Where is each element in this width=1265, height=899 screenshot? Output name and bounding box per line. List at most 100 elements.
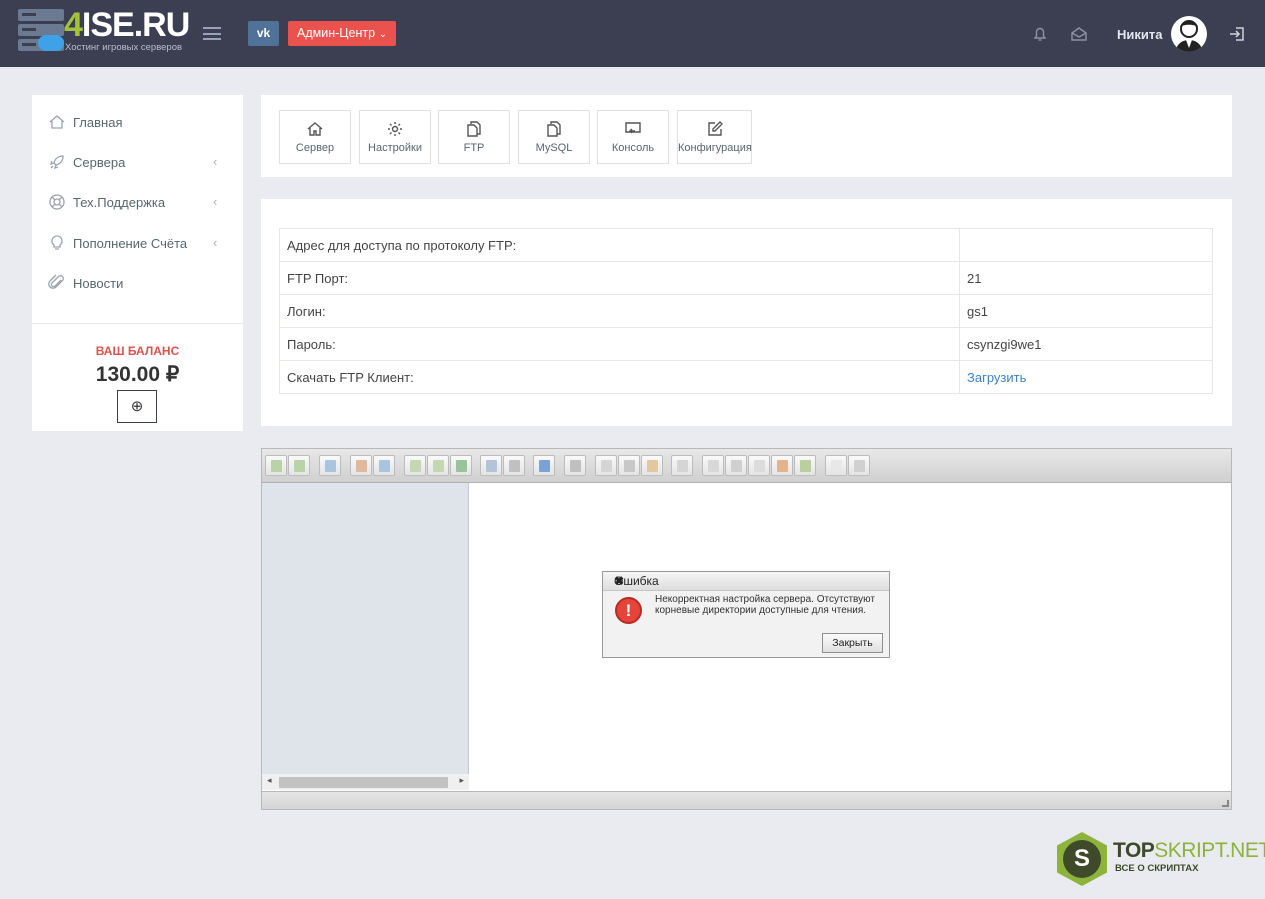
sidebar-item-news[interactable]: Новости <box>32 269 243 299</box>
save-button[interactable] <box>503 455 525 476</box>
tab-configuration[interactable]: Конфигурация <box>677 110 752 164</box>
tab-label: FTP <box>463 142 485 154</box>
sidebar-item-support[interactable]: Тех.Поддержка ‹ <box>32 188 243 218</box>
select-button[interactable] <box>725 455 747 476</box>
icons-view-icon <box>831 460 842 472</box>
sidebar-item-label: Пополнение Счёта <box>73 236 188 251</box>
view-button[interactable] <box>564 455 586 476</box>
error-dialog: Ошибка ✖ ! Некорректная настройка сервер… <box>602 571 890 658</box>
user-name[interactable]: Никита <box>1117 27 1162 42</box>
table-row: Адрес для доступа по протоколу FTP: <box>279 228 1213 262</box>
admin-center-button[interactable]: Админ-Центр ⌄ <box>288 21 396 46</box>
ftp-address-label: Адрес для доступа по протоколу FTP: <box>279 228 960 262</box>
list-view-button[interactable] <box>848 455 870 476</box>
logo-text: 4ISE.RU <box>64 6 190 44</box>
scroll-left-icon[interactable]: ◂ <box>267 775 272 786</box>
duplicate-button[interactable] <box>702 455 724 476</box>
tab-label: MySQL <box>535 142 573 154</box>
watermark-brand-name: SKRIPT.NET <box>1154 839 1265 862</box>
logo[interactable]: 4ISE.RU Хостинг игровых серверов <box>18 6 193 57</box>
tab-mysql[interactable]: MySQL <box>518 110 590 164</box>
info-icon <box>539 460 550 472</box>
files-icon <box>467 121 481 137</box>
rename-icon <box>754 460 765 472</box>
reload-button[interactable] <box>319 455 341 476</box>
close-icon[interactable]: ✖ <box>614 574 884 588</box>
paste-button[interactable] <box>641 455 663 476</box>
avatar-icon <box>1175 20 1203 52</box>
files-icon <box>547 121 561 137</box>
up-folder-button[interactable] <box>373 455 395 476</box>
cloud-logo-icon <box>38 35 64 51</box>
ftp-port-value: 21 <box>959 261 1213 295</box>
horizontal-scrollbar[interactable]: ◂ ▸ <box>262 774 469 790</box>
scrollbar-thumb[interactable] <box>279 777 448 788</box>
user-avatar[interactable] <box>1171 16 1207 52</box>
watermark-brand: TOPSKRIPT.NET <box>1113 839 1265 863</box>
delete-button[interactable] <box>671 455 693 476</box>
ftp-password-value: csynzgi9we1 <box>959 327 1213 361</box>
upload-button[interactable] <box>450 455 472 476</box>
tab-label: Сервер <box>295 142 335 154</box>
table-row: Пароль: csynzgi9we1 <box>279 327 1213 361</box>
back-button[interactable] <box>265 455 287 476</box>
sidebar-item-servers[interactable]: Сервера ‹ <box>32 148 243 178</box>
lifebuoy-icon <box>49 194 65 210</box>
lightbulb-icon <box>51 235 63 250</box>
chevron-left-icon: ‹ <box>213 235 218 250</box>
vk-button[interactable]: vk <box>248 21 279 46</box>
top-bar: 4ISE.RU Хостинг игровых серверов vk Адми… <box>0 0 1265 67</box>
file-icon <box>433 460 444 472</box>
tab-server[interactable]: Сервер <box>279 110 351 164</box>
arrow-up-icon <box>379 460 390 472</box>
logo-subtitle: Хостинг игровых серверов <box>65 42 183 53</box>
sidebar-item-label: Новости <box>73 276 124 291</box>
info-button[interactable] <box>533 455 555 476</box>
sidebar-item-topup[interactable]: Пополнение Счёта ‹ <box>32 229 243 259</box>
sidebar-item-home[interactable]: Главная <box>32 108 243 138</box>
paperclip-icon <box>48 274 64 289</box>
menu-toggle-icon[interactable] <box>203 27 221 40</box>
open-icon <box>486 460 497 472</box>
copy-icon <box>601 460 612 472</box>
sidebar-item-label: Тех.Поддержка <box>73 195 166 210</box>
download-ftp-client-link[interactable]: Загрузить <box>967 370 1026 385</box>
arrow-right-icon <box>294 460 305 472</box>
server-tabs-panel: Сервер Настройки FTP MySQL Консоль Конфи… <box>261 95 1232 177</box>
archive-button[interactable] <box>771 455 793 476</box>
tab-label: Консоль <box>611 142 655 154</box>
resize-grip-icon[interactable] <box>1222 800 1229 807</box>
chevron-left-icon: ‹ <box>213 154 218 169</box>
open-button[interactable] <box>480 455 502 476</box>
home-folder-button[interactable] <box>350 455 372 476</box>
tab-settings[interactable]: Настройки <box>359 110 431 164</box>
forward-button[interactable] <box>288 455 310 476</box>
ftp-login-value: gs1 <box>959 294 1213 328</box>
dialog-close-button[interactable]: Закрыть <box>822 633 883 653</box>
add-funds-button[interactable]: ⊕ <box>117 390 157 423</box>
tab-console[interactable]: Консоль <box>597 110 669 164</box>
sidebar: Главная Сервера ‹ Тех.Поддержка ‹ Пополн… <box>32 95 243 431</box>
tab-ftp[interactable]: FTP <box>438 110 510 164</box>
eye-icon <box>570 460 581 472</box>
new-folder-button[interactable] <box>404 455 426 476</box>
new-file-button[interactable] <box>427 455 449 476</box>
archive-icon <box>777 460 788 472</box>
logout-icon[interactable] <box>1228 25 1246 43</box>
dialog-titlebar: Ошибка ✖ <box>603 572 889 591</box>
ftp-address-value <box>959 228 1213 262</box>
error-icon: ! <box>615 597 642 624</box>
extract-icon <box>800 460 811 472</box>
rename-button[interactable] <box>748 455 770 476</box>
scroll-right-icon[interactable]: ▸ <box>459 775 464 786</box>
cut-button[interactable] <box>618 455 640 476</box>
arrow-left-icon <box>271 460 282 472</box>
envelope-icon[interactable] <box>1070 25 1088 43</box>
bell-icon[interactable] <box>1031 25 1049 43</box>
copy-button[interactable] <box>595 455 617 476</box>
folder-tree-pane[interactable]: ◂ ▸ <box>262 483 469 790</box>
watermark-letter: S <box>1063 840 1101 878</box>
extract-button[interactable] <box>794 455 816 476</box>
icons-view-button[interactable] <box>825 455 847 476</box>
watermark-tagline: ВСЕ О СКРИПТАХ <box>1115 863 1199 874</box>
